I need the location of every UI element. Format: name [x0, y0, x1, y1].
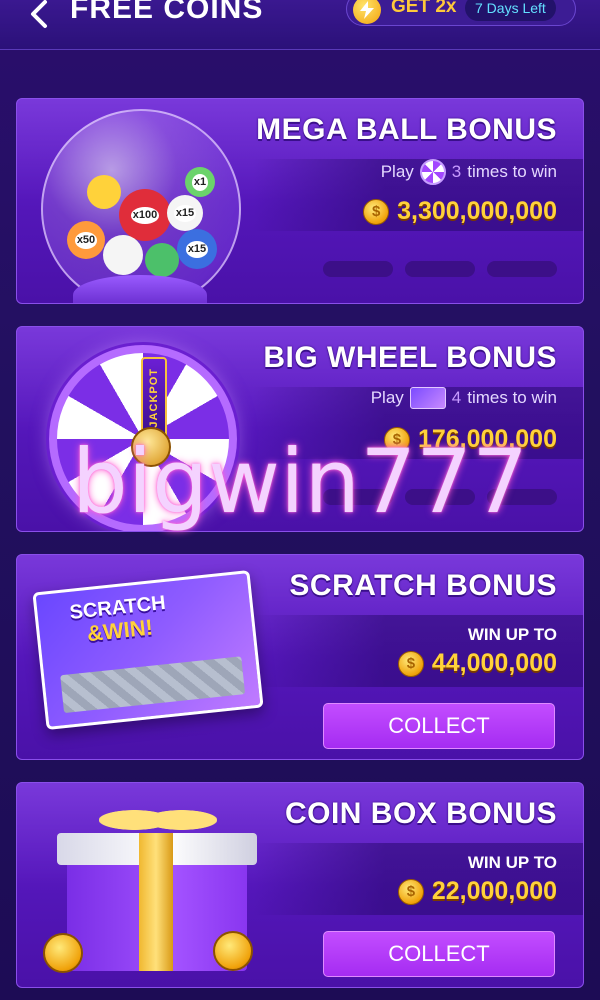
play-requirement: Play 3 times to win — [381, 159, 557, 185]
coin-stack-icon — [213, 931, 253, 971]
card-title: COIN BOX BONUS — [284, 797, 557, 830]
lottery-ball: x50 — [67, 221, 105, 259]
play-suffix: times to win — [467, 388, 557, 407]
prize-wheel-icon: JACKPOT — [49, 345, 237, 531]
amount-value: 22,000,000 — [431, 877, 557, 905]
progress-segment — [405, 261, 475, 277]
wheel-hub — [131, 427, 171, 467]
top-bar: FREE COINS GET 2x 7 Days Left — [0, 0, 600, 50]
double-coins-boost[interactable]: GET 2x 7 Days Left — [346, 0, 576, 26]
coin-icon: $ — [363, 198, 390, 225]
play-count: 3 — [451, 162, 462, 181]
card-title: BIG WHEEL BONUS — [263, 341, 557, 374]
scratch-ticket-image: SCRATCH &WIN! — [32, 569, 264, 731]
collect-button[interactable]: COLLECT — [323, 703, 555, 749]
coin-icon: $ — [397, 650, 424, 677]
win-up-to-label: WIN UP TO — [467, 853, 557, 872]
mega-ball-bonus-card[interactable]: x100 x15 x15 x50 x1 MEGA BALL BONUS Play… — [16, 98, 584, 304]
lottery-ball: x1 — [185, 167, 215, 197]
prize-amount: $ 3,300,000,000 — [363, 197, 557, 226]
lottery-ball: x100 — [119, 189, 171, 241]
lottery-ball: x15 — [177, 229, 217, 269]
play-prefix: Play — [370, 388, 404, 407]
prize-amount: $ 22,000,000 — [397, 877, 557, 906]
win-up-to-label: WIN UP TO — [467, 625, 557, 644]
lottery-ball: x15 — [167, 195, 203, 231]
progress-segment — [323, 489, 393, 505]
lottery-ball — [87, 175, 121, 209]
lottery-ball — [103, 235, 143, 275]
lightning-icon — [353, 0, 381, 24]
days-left-badge: 7 Days Left — [465, 0, 556, 21]
play-requirement: Play 4 times to win — [371, 387, 557, 409]
card-title: MEGA BALL BONUS — [256, 113, 557, 146]
progress-segment — [487, 489, 557, 505]
scratch-ticket-icon — [409, 387, 446, 409]
chevron-left-icon — [31, 0, 47, 28]
coin-box-bonus-card[interactable]: COIN BOX BONUS WIN UP TO $ 22,000,000 CO… — [16, 782, 584, 988]
gift-ribbon — [139, 833, 173, 971]
page-title: FREE COINS — [70, 0, 264, 25]
progress-bar — [323, 489, 557, 505]
prize-amount: $ 176,000,000 — [383, 425, 557, 454]
coin-stack-icon — [43, 933, 83, 973]
play-count: 4 — [451, 388, 462, 407]
scratch-bonus-card[interactable]: SCRATCH &WIN! SCRATCH BONUS WIN UP TO $ … — [16, 554, 584, 760]
coin-icon: $ — [383, 426, 410, 453]
big-wheel-bonus-card[interactable]: JACKPOT BIG WHEEL BONUS Play 4 times to … — [16, 326, 584, 532]
progress-bar — [323, 261, 557, 277]
back-button[interactable] — [22, 0, 56, 34]
coin-icon: $ — [397, 878, 424, 905]
progress-segment — [323, 261, 393, 277]
progress-segment — [405, 489, 475, 505]
wheel-icon — [419, 159, 446, 185]
amount-value: 176,000,000 — [417, 425, 557, 453]
scratch-area — [60, 656, 246, 714]
card-title: SCRATCH BONUS — [289, 569, 557, 602]
play-suffix: times to win — [467, 162, 557, 181]
collect-button[interactable]: COLLECT — [323, 931, 555, 977]
lottery-ball — [145, 243, 179, 277]
amount-value: 3,300,000,000 — [397, 197, 557, 225]
prize-amount: $ 44,000,000 — [397, 649, 557, 678]
ticket-heading: SCRATCH &WIN! — [69, 592, 170, 648]
play-prefix: Play — [380, 162, 414, 181]
gift-bow-icon — [99, 797, 217, 843]
progress-segment — [487, 261, 557, 277]
free-coins-screen: FREE COINS GET 2x 7 Days Left x100 x15 x… — [0, 0, 600, 1000]
amount-value: 44,000,000 — [431, 649, 557, 677]
boost-label: GET 2x — [391, 0, 457, 17]
